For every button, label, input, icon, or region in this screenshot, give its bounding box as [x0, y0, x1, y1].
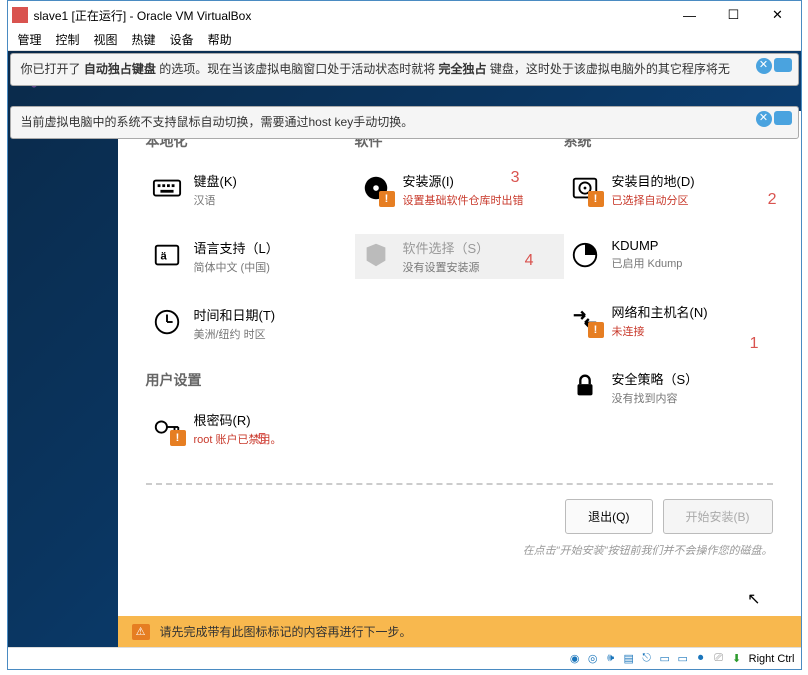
window-controls: — ☐ ✕	[671, 4, 797, 26]
sb-hdd-icon[interactable]: ◉	[567, 651, 583, 667]
annotation-2: 2	[768, 191, 777, 209]
disk-icon: !	[568, 171, 602, 205]
menubar: 管理 控制 视图 热键 设备 帮助	[8, 29, 801, 51]
language-icon: ä	[150, 238, 184, 272]
warning-icon: ⚠	[132, 624, 150, 640]
sb-cd-icon[interactable]: ◎	[585, 651, 601, 667]
setting-time[interactable]: 时间和日期(T) 美洲/纽约 时区	[146, 301, 355, 346]
svg-text:ä: ä	[160, 251, 167, 263]
notification-close-icon[interactable]: ✕	[756, 111, 772, 127]
sb-usb-icon[interactable]: ⎋	[639, 651, 655, 667]
guest-desktop: CentOS cn 帮助! 你已打开了 自动独占键盘 的选项。现在当该虚拟电脑窗…	[8, 51, 801, 647]
setting-install-destination[interactable]: ! 安装目的地(D) 已选择自动分区 2	[564, 167, 773, 212]
divider	[146, 483, 773, 485]
close-button[interactable]: ✕	[759, 4, 797, 26]
sb-net-icon[interactable]: ▤	[621, 651, 637, 667]
maximize-button[interactable]: ☐	[715, 4, 753, 26]
sb-rec-icon[interactable]: ⏺	[693, 651, 709, 667]
notification-close-icon[interactable]: ✕	[756, 58, 772, 74]
notification-mouse-switch: 当前虚拟电脑中的系统不支持鼠标自动切换，需要通过host key手动切换。 ✕	[10, 106, 799, 139]
menu-control[interactable]: 控制	[56, 31, 80, 48]
sb-hostkey-icon[interactable]: ⬇	[729, 651, 745, 667]
setting-language[interactable]: ä 语言支持（L） 简体中文 (中国)	[146, 234, 355, 279]
setting-keyboard[interactable]: 键盘(K) 汉语	[146, 167, 355, 212]
virtualbox-icon	[12, 7, 28, 23]
window-title: slave1 [正在运行] - Oracle VM VirtualBox	[34, 7, 671, 24]
warning-badge-icon: !	[379, 191, 395, 207]
setting-network[interactable]: ! 网络和主机名(N) 未连接 1	[564, 298, 773, 343]
warning-bar: ⚠ 请先完成带有此图标标记的内容再进行下一步。	[118, 616, 801, 647]
menu-hotkey[interactable]: 热键	[132, 31, 156, 48]
warning-badge-icon: !	[588, 322, 604, 338]
annotation-5: 5	[258, 431, 267, 449]
setting-install-source[interactable]: ! 安装源(I) 设置基础软件仓库时出错 3	[355, 167, 564, 212]
mouse-cursor: ↖	[747, 589, 760, 609]
notification-kbd-capture: 你已打开了 自动独占键盘 的选项。现在当该虚拟电脑窗口处于活动状态时就将 完全独…	[10, 53, 799, 86]
sb-capture-icon[interactable]: ⎚	[711, 651, 727, 667]
begin-install-button: 开始安装(B)	[663, 499, 773, 534]
annotation-3: 3	[511, 169, 520, 187]
sb-audio-icon[interactable]: 🕪	[603, 651, 619, 667]
disk-hint: 在点击"开始安装"按钮前我们并不会操作您的磁盘。	[146, 542, 773, 558]
kdump-icon	[568, 238, 602, 272]
virtualbox-window: slave1 [正在运行] - Oracle VM VirtualBox — ☐…	[7, 0, 802, 670]
annotation-4: 4	[525, 252, 534, 270]
annotation-1: 1	[750, 335, 759, 353]
minimize-button[interactable]: —	[671, 4, 709, 26]
setting-root-password[interactable]: ! 根密码(R) root 账户已禁用。 5	[146, 406, 355, 451]
disc-icon: !	[359, 171, 393, 205]
setting-security[interactable]: 安全策略（S） 没有找到内容	[564, 365, 773, 410]
section-user: 用户设置	[146, 370, 355, 390]
sb-shared-icon[interactable]: ▭	[657, 651, 673, 667]
menu-help[interactable]: 帮助	[208, 31, 232, 48]
menu-device[interactable]: 设备	[170, 31, 194, 48]
notification-info-icon[interactable]	[774, 111, 792, 125]
menu-manage[interactable]: 管理	[18, 31, 42, 48]
quit-button[interactable]: 退出(Q)	[565, 499, 652, 534]
setting-software-selection: 软件选择（S） 没有设置安装源 4	[355, 234, 564, 279]
warning-badge-icon: !	[588, 191, 604, 207]
virtualbox-statusbar: ◉ ◎ 🕪 ▤ ⎋ ▭ ▭ ⏺ ⎚ ⬇ Right Ctrl	[8, 647, 801, 669]
notification-info-icon[interactable]	[774, 58, 792, 72]
button-row: 退出(Q) 开始安装(B)	[146, 499, 773, 534]
package-icon	[359, 238, 393, 272]
titlebar: slave1 [正在运行] - Oracle VM VirtualBox — ☐…	[8, 1, 801, 29]
menu-view[interactable]: 视图	[94, 31, 118, 48]
warning-badge-icon: !	[170, 430, 186, 446]
setting-kdump[interactable]: KDUMP 已启用 Kdump	[564, 234, 773, 276]
key-icon: !	[150, 410, 184, 444]
anaconda-installer-panel: 本地化 键盘(K) 汉语 ä 语言支持（L） 简体中文 (中国)	[118, 111, 801, 617]
lock-icon	[568, 369, 602, 403]
network-icon: !	[568, 302, 602, 336]
sb-display-icon[interactable]: ▭	[675, 651, 691, 667]
hostkey-label: Right Ctrl	[749, 653, 795, 665]
keyboard-icon	[150, 171, 184, 205]
clock-icon	[150, 305, 184, 339]
